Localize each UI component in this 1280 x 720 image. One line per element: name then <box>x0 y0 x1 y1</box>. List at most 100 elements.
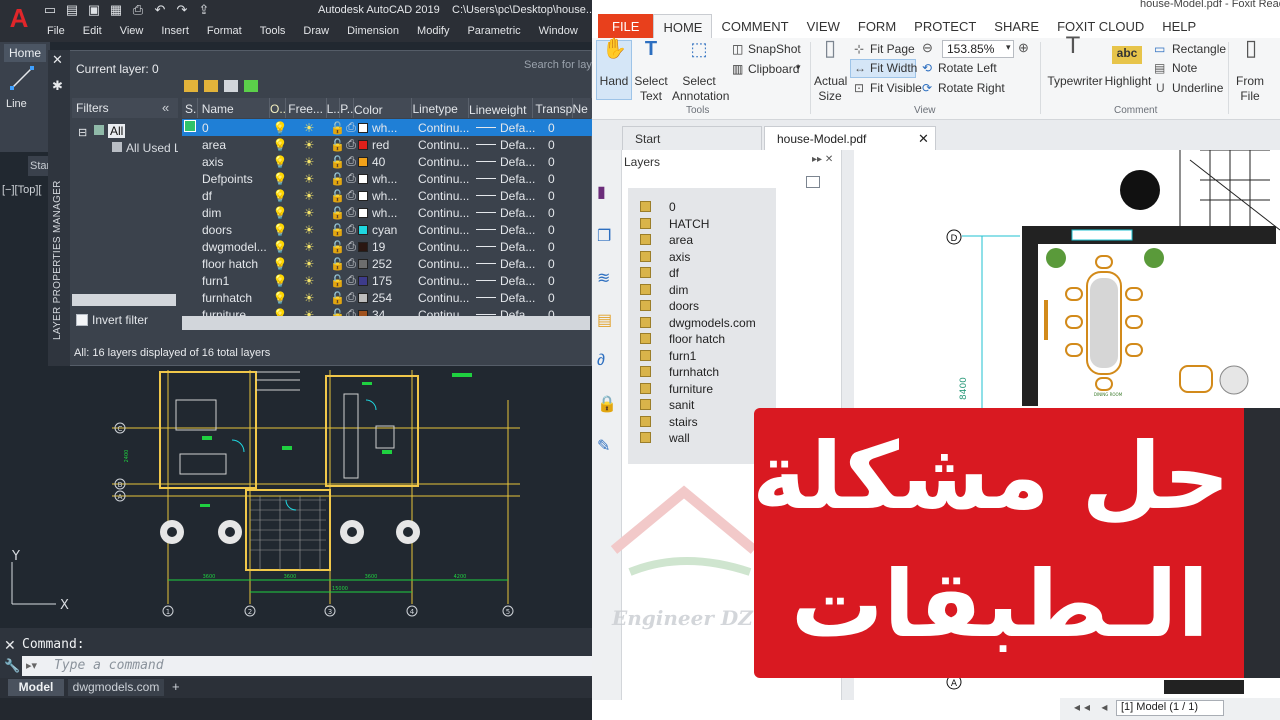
drawing-canvas[interactable]: C B A 1 2 3 4 5 3600 3600 3600 4200 1500… <box>0 366 592 628</box>
pdf-layer-item[interactable]: area <box>640 233 693 247</box>
tab-document[interactable]: house-Model.pdf <box>764 126 936 150</box>
sun-icon[interactable]: ☀ <box>288 138 330 152</box>
panel-collapse-icon[interactable]: ▸▸ ✕ <box>812 154 833 165</box>
menu-draw[interactable]: Draw <box>294 22 338 42</box>
layer-lineweight[interactable]: Defa... <box>476 223 542 237</box>
sun-icon[interactable]: ☀ <box>288 206 330 220</box>
layer-linetype[interactable]: Continu... <box>418 121 476 135</box>
layer-lineweight[interactable]: Defa... <box>476 206 542 220</box>
zoom-input[interactable]: 153.85% <box>942 40 1014 58</box>
sun-icon[interactable]: ☀ <box>288 155 330 169</box>
layer-row[interactable]: furn1 💡 ☀ 🔓 ⎙ 175 Continu... Defa... 0 <box>182 272 592 289</box>
layer-name[interactable]: furn1 <box>198 274 272 288</box>
save-as-icon[interactable]: ▦ <box>108 2 124 18</box>
layer-lineweight[interactable]: Defa... <box>476 172 542 186</box>
layer-name[interactable]: 0 <box>198 121 272 135</box>
select-text-button[interactable]: Select Text <box>632 74 670 104</box>
menu-file[interactable]: File <box>38 22 74 42</box>
pdf-layer-item[interactable]: furnhatch <box>640 365 719 379</box>
pdf-layer-item[interactable]: 0 <box>640 200 676 214</box>
layer-linetype[interactable]: Continu... <box>418 206 476 220</box>
pdf-layer-item[interactable]: dwgmodels.com <box>640 316 756 330</box>
layer-color[interactable]: wh... <box>358 121 418 135</box>
col-lineweight[interactable]: Lineweight <box>469 98 534 118</box>
layer-checkbox[interactable] <box>640 217 651 229</box>
layer-checkbox[interactable] <box>640 432 651 443</box>
layer-name[interactable]: axis <box>198 155 272 169</box>
layer-linetype[interactable]: Continu... <box>418 189 476 203</box>
from-file-button[interactable]: From File <box>1234 74 1266 104</box>
layer-color[interactable]: 254 <box>358 291 418 305</box>
layer-transparency[interactable]: 0 <box>542 189 582 203</box>
layer-options-icon[interactable] <box>806 176 820 188</box>
menu-foxit-cloud[interactable]: FOXIT CLOUD <box>1048 14 1153 38</box>
undo-icon[interactable]: ↶ <box>152 2 168 18</box>
autocad-app-button[interactable]: A <box>0 0 38 44</box>
lightbulb-icon[interactable]: 💡 <box>272 206 288 220</box>
fit-page-icon[interactable]: ⊹ <box>854 42 864 56</box>
layer-color[interactable]: wh... <box>358 172 418 186</box>
layer-transparency[interactable]: 0 <box>542 257 582 271</box>
layer-linetype[interactable]: Continu... <box>418 291 476 305</box>
lightbulb-icon[interactable]: 💡 <box>272 223 288 237</box>
printer-icon[interactable]: ⎙ <box>344 205 358 220</box>
lock-icon[interactable]: 🔓 <box>330 155 345 169</box>
layer-name[interactable]: dwgmodel... <box>198 240 272 254</box>
rotate-left-icon[interactable]: ⟲ <box>922 61 932 75</box>
highlight-button[interactable]: Highlight <box>1104 74 1152 89</box>
menu-view[interactable]: View <box>111 22 153 42</box>
tab-start[interactable]: Start <box>622 126 762 150</box>
layer-row[interactable]: Defpoints 💡 ☀ 🔓 ⎙ wh... Continu... Defa... 0 <box>182 170 592 187</box>
printer-icon[interactable]: ⎙ <box>344 137 358 152</box>
rectangle-icon[interactable]: ▭ <box>1154 42 1165 56</box>
layer-lineweight[interactable]: Defa... <box>476 189 542 203</box>
layer-transparency[interactable]: 0 <box>542 172 582 186</box>
layer-name[interactable]: Defpoints <box>198 172 272 186</box>
layer-transparency[interactable]: 0 <box>542 274 582 288</box>
layer-name[interactable]: df <box>198 189 272 203</box>
layer-row[interactable]: 0 💡 ☀ 🔓 ⎙ wh... Continu... Defa... 0 <box>182 119 592 136</box>
ribbon-tab-home[interactable]: Home <box>4 44 46 62</box>
layer-transparency[interactable]: 0 <box>542 223 582 237</box>
new-vp-layer-icon[interactable] <box>204 80 218 92</box>
layer-row[interactable]: dwgmodel... 💡 ☀ 🔓 ⎙ 19 Continu... Defa... 0 <box>182 238 592 255</box>
layer-lineweight[interactable]: Defa... <box>476 240 542 254</box>
menu-protect[interactable]: PROTECT <box>905 14 985 38</box>
printer-icon[interactable]: ⎙ <box>344 171 358 186</box>
layer-linetype[interactable]: Continu... <box>418 240 476 254</box>
lightbulb-icon[interactable]: 💡 <box>272 240 288 254</box>
lightbulb-icon[interactable]: 💡 <box>272 257 288 271</box>
file-tab-start[interactable]: Start <box>28 156 50 176</box>
pdf-layer-item[interactable]: doors <box>640 299 699 313</box>
layer-transparency[interactable]: 0 <box>542 138 582 152</box>
layer-checkbox[interactable] <box>640 415 651 427</box>
lightbulb-icon[interactable]: 💡 <box>272 121 288 135</box>
pdf-layer-item[interactable]: wall <box>640 431 690 445</box>
printer-icon[interactable]: ⎙ <box>344 290 358 305</box>
layer-name[interactable]: doors <box>198 223 272 237</box>
chevron-down-icon[interactable]: ▾ <box>796 62 801 73</box>
layer-checkbox[interactable] <box>640 366 651 377</box>
note-icon[interactable]: ▤ <box>1154 61 1165 75</box>
layer-row[interactable]: dim 💡 ☀ 🔓 ⎙ wh... Continu... Defa... 0 <box>182 204 592 221</box>
pdf-layer-item[interactable]: sanit <box>640 398 694 412</box>
layer-checkbox[interactable] <box>640 267 651 278</box>
layer-checkbox[interactable] <box>640 250 651 262</box>
printer-icon[interactable]: ⎙ <box>344 222 358 237</box>
col-status[interactable]: S.. <box>182 98 198 118</box>
comments-icon[interactable]: ▤ <box>597 310 617 332</box>
printer-icon[interactable]: ⎙ <box>344 239 358 254</box>
layer-linetype[interactable]: Continu... <box>418 138 476 152</box>
pdf-layer-item[interactable]: floor hatch <box>640 332 725 346</box>
layer-checkbox[interactable] <box>640 283 651 295</box>
layer-checkbox[interactable] <box>640 349 651 361</box>
line-tool-icon[interactable] <box>8 64 36 92</box>
printer-icon[interactable]: ⎙ <box>344 273 358 288</box>
sun-icon[interactable]: ☀ <box>288 240 330 254</box>
rotate-right-button[interactable]: Rotate Right <box>938 81 1005 95</box>
layer-checkbox[interactable] <box>640 234 651 245</box>
redo-icon[interactable]: ↷ <box>174 2 190 18</box>
menu-format[interactable]: Format <box>198 22 251 42</box>
select-annotation-button[interactable]: Select Annotation <box>672 74 729 104</box>
layer-transparency[interactable]: 0 <box>542 240 582 254</box>
